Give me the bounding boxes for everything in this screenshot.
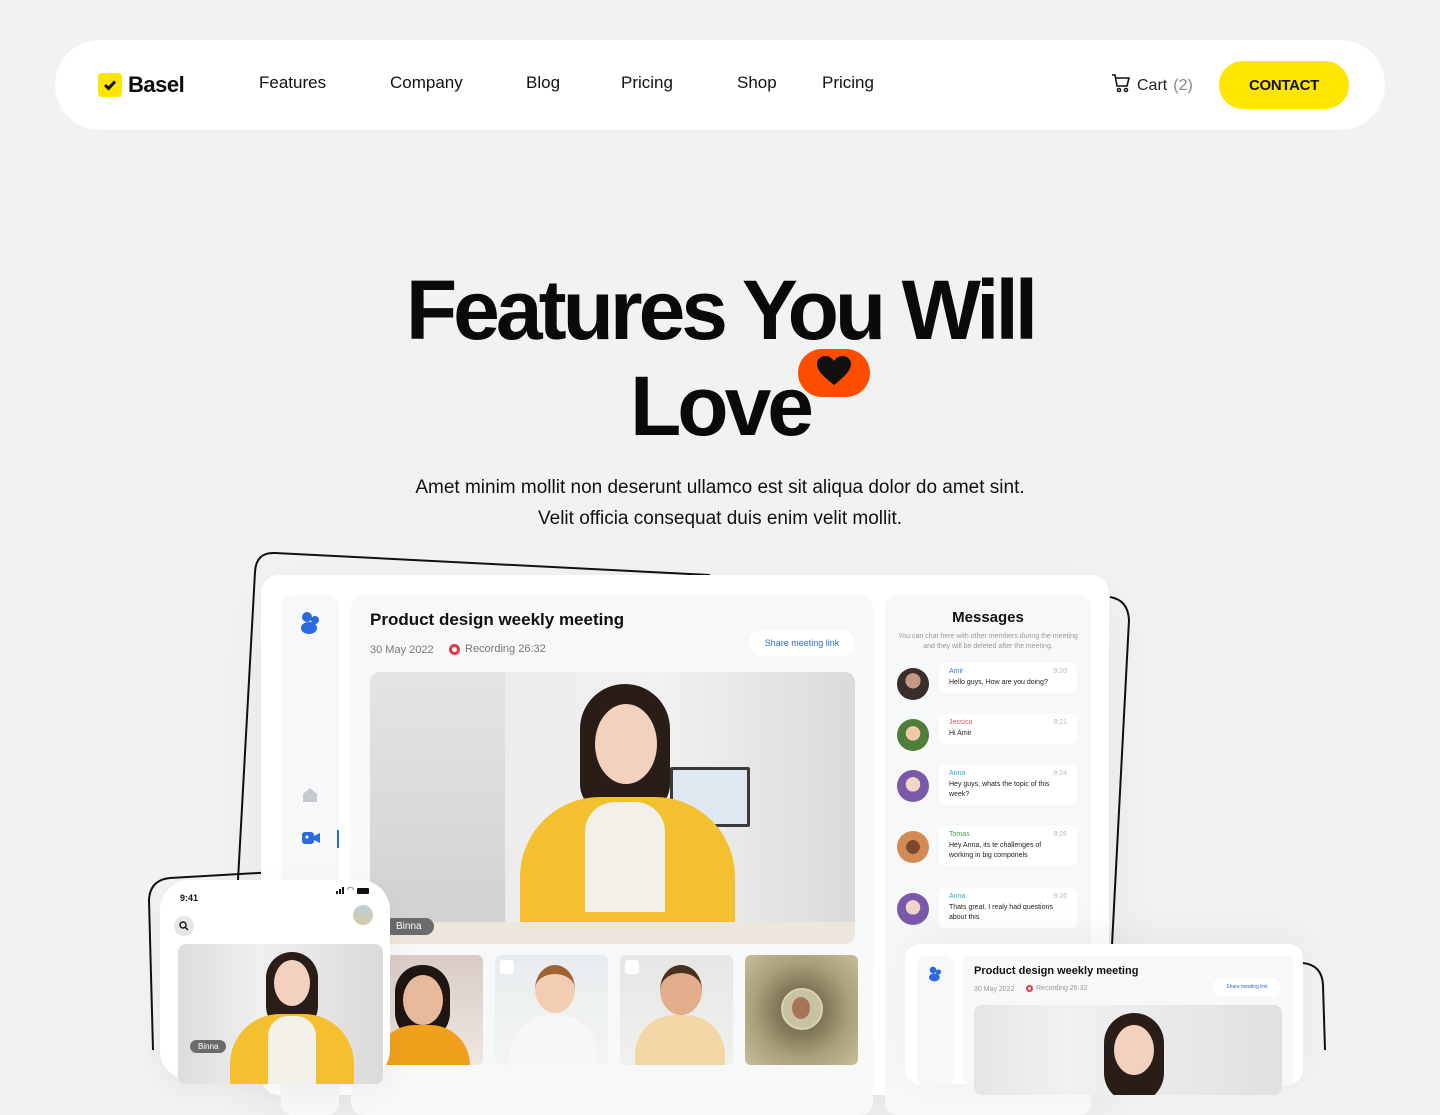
main-video[interactable]: Binna (370, 672, 855, 944)
mini-meeting-panel: Product design weekly meeting 30 May 202… (963, 956, 1293, 1095)
search-icon[interactable] (174, 916, 194, 936)
message-bubble: Anna 9:26 Thats great. I realy had quest… (939, 888, 1077, 928)
sender-name: Anna (949, 893, 966, 900)
record-icon (449, 643, 460, 655)
mini-recording-status: Recording 26:32 (1026, 985, 1087, 992)
participant-thumbnail[interactable] (745, 955, 858, 1065)
battery-icon (356, 888, 369, 894)
participant-thumbnails (370, 955, 858, 1065)
mini-sidebar (917, 956, 953, 1086)
expand-icon[interactable] (500, 960, 514, 974)
message-text: Hi Amir (949, 730, 972, 737)
message-time: 9:26 (1053, 831, 1067, 838)
sender-name: Jessica (949, 719, 973, 726)
sender-name: Tomas (949, 831, 970, 838)
users-icon[interactable] (927, 966, 943, 987)
mini-meeting-date: 30 May 2022 (974, 986, 1015, 993)
avatar (897, 893, 929, 925)
users-icon[interactable] (298, 611, 322, 640)
message-bubble: Tomas 9:26 Hey Anna, its te challenges o… (939, 826, 1077, 866)
avatar (897, 719, 929, 751)
active-indicator (337, 830, 339, 848)
video-camera-icon[interactable] (302, 831, 320, 850)
recording-time: Recording 26:32 (465, 643, 546, 655)
sender-name: Amir (949, 668, 964, 675)
phone-status-icons: ◠ (336, 886, 369, 894)
signal-icon (336, 887, 344, 894)
message-text: Hey Anna, its te challenges of working i… (949, 842, 1042, 859)
messages-description: You can chat here with other members dur… (898, 633, 1078, 650)
share-meeting-link-button[interactable]: Share meeting link (749, 630, 855, 656)
mini-main-video[interactable] (974, 1005, 1282, 1095)
message-bubble: Jessica 9:21 Hi Amir (939, 714, 1077, 744)
sender-name: Anna (949, 770, 966, 777)
participant-thumbnail[interactable] (620, 955, 733, 1065)
avatar (897, 770, 929, 802)
message-text: Hello guys, How are you doing? (949, 679, 1048, 686)
message-text: Hey guys, whats the topic of this week? (949, 781, 1050, 798)
message-time: 9:21 (1053, 719, 1067, 726)
phone-status-time: 9:41 (180, 893, 199, 903)
participant-thumbnail[interactable] (495, 955, 608, 1065)
mini-meeting-title: Product design weekly meeting (974, 965, 1139, 977)
phone-mockup: 9:41 ◠ Binna (160, 880, 390, 1084)
message-time: 9:24 (1053, 770, 1067, 777)
message-text: Thats great. I realy had questions about… (949, 904, 1053, 921)
phone-speaker-tag: Binna (190, 1040, 227, 1053)
message-bubble: Amir 9:20 Hello guys, How are you doing? (939, 663, 1077, 693)
speaker-name-tag: Binna (384, 918, 434, 935)
phone-main-video[interactable]: Binna (178, 944, 383, 1084)
home-icon[interactable] (302, 787, 318, 808)
recording-status: Recording 26:32 (449, 643, 546, 655)
messages-title: Messages (952, 609, 1024, 626)
mini-recording-time: Recording 26:32 (1036, 985, 1088, 992)
expand-icon[interactable] (625, 960, 639, 974)
avatar (897, 831, 929, 863)
message-bubble: Anna 9:24 Hey guys, whats the topic of t… (939, 765, 1077, 805)
mini-share-button[interactable]: Share meeting link (1213, 978, 1281, 996)
meeting-panel: Product design weekly meeting 30 May 202… (351, 595, 873, 1115)
profile-avatar[interactable] (353, 905, 373, 925)
message-time: 9:20 (1053, 668, 1067, 675)
avatar (897, 668, 929, 700)
tablet-mockup: Product design weekly meeting 30 May 202… (905, 944, 1303, 1095)
record-icon (1026, 985, 1033, 992)
message-time: 9:26 (1053, 893, 1067, 900)
meeting-title: Product design weekly meeting (370, 610, 625, 629)
meeting-date: 30 May 2022 (370, 644, 434, 656)
wifi-icon: ◠ (347, 885, 354, 894)
